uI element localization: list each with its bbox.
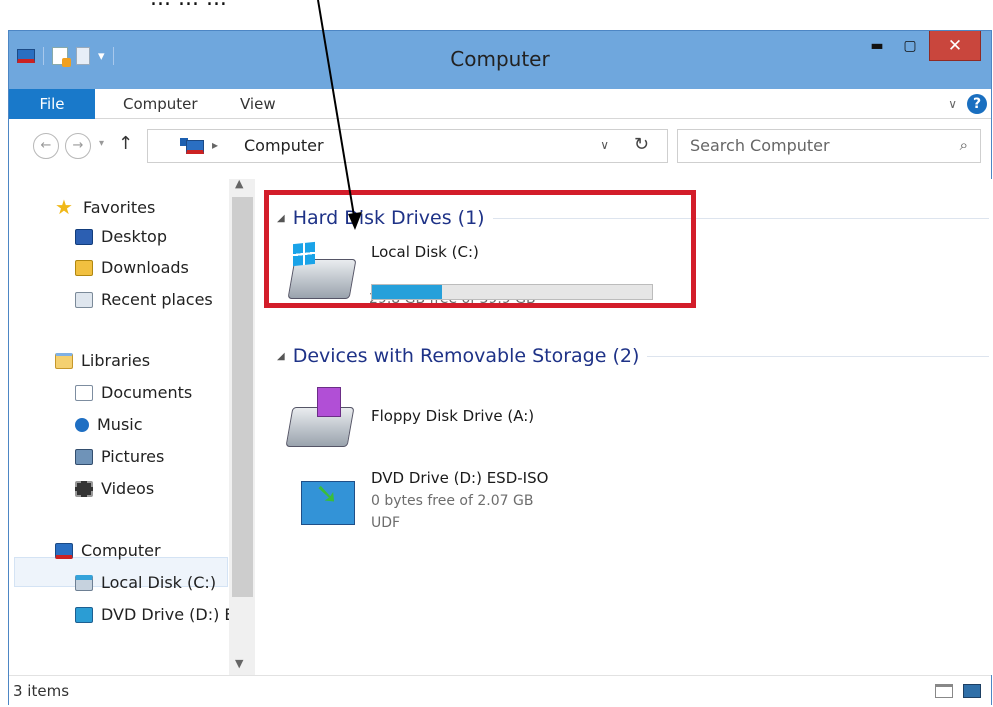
nav-label: Favorites bbox=[83, 197, 156, 217]
group-header[interactable]: ◢ Devices with Removable Storage (2) bbox=[277, 345, 989, 367]
expand-ribbon-icon[interactable]: ∨ bbox=[948, 97, 957, 111]
help-icon[interactable]: ? bbox=[967, 94, 987, 114]
ribbon-bar: File Computer View ∨ ? bbox=[9, 89, 991, 119]
details-view-icon[interactable] bbox=[935, 684, 953, 698]
caption-text: ... ... ... bbox=[150, 0, 227, 11]
drive-name: Floppy Disk Drive (A:) bbox=[371, 407, 535, 425]
navigation-pane: ★ Favorites Desktop Downloads Recent pla… bbox=[9, 177, 257, 675]
nav-label: Pictures bbox=[101, 447, 165, 466]
tab-view[interactable]: View bbox=[240, 89, 276, 119]
tab-computer[interactable]: Computer bbox=[123, 89, 198, 119]
drive-tile-dvd[interactable]: ➘ DVD Drive (D:) ESD-ISO 0 bytes free of… bbox=[287, 469, 667, 539]
status-bar: 3 items bbox=[9, 675, 991, 706]
window-title: Computer bbox=[450, 47, 550, 71]
close-button[interactable]: ✕ bbox=[929, 31, 981, 61]
address-dropdown-icon[interactable]: ∨ bbox=[600, 138, 609, 152]
nav-label: Documents bbox=[101, 383, 193, 402]
refresh-icon[interactable]: ↻ bbox=[634, 134, 649, 155]
search-icon[interactable]: ⌕ bbox=[960, 136, 968, 154]
dvd-drive-icon bbox=[75, 606, 93, 623]
nav-label: Desktop bbox=[101, 227, 167, 246]
title-bar[interactable]: ▾ Computer ▬ ▢ ✕ bbox=[9, 31, 991, 89]
nav-videos[interactable]: Videos bbox=[75, 479, 154, 498]
breadcrumb-arrow-icon[interactable]: ▸ bbox=[212, 138, 218, 152]
computer-icon bbox=[186, 140, 204, 154]
nav-computer[interactable]: Computer bbox=[55, 541, 161, 560]
nav-libraries[interactable]: Libraries bbox=[55, 351, 150, 370]
nav-local-disk[interactable]: Local Disk (C:) bbox=[75, 573, 216, 592]
computer-icon bbox=[55, 542, 73, 559]
videos-icon bbox=[75, 480, 93, 497]
nav-label: DVD Drive (D:) ES bbox=[101, 605, 245, 624]
drive-free-space: 0 bytes free of 2.07 GB bbox=[371, 493, 534, 509]
maximize-button[interactable]: ▢ bbox=[897, 31, 923, 61]
floppy-disk-icon bbox=[317, 387, 341, 417]
group-divider bbox=[647, 355, 989, 357]
nav-documents[interactable]: Documents bbox=[75, 383, 192, 402]
downloads-icon bbox=[75, 259, 93, 276]
nav-downloads[interactable]: Downloads bbox=[75, 258, 189, 277]
nav-pictures[interactable]: Pictures bbox=[75, 447, 164, 466]
close-icon: ✕ bbox=[947, 35, 963, 56]
collapse-group-icon[interactable]: ◢ bbox=[277, 351, 285, 362]
maximize-icon: ▢ bbox=[903, 38, 917, 54]
nav-label: Music bbox=[97, 415, 143, 434]
music-icon bbox=[75, 417, 89, 432]
group-title: Devices with Removable Storage (2) bbox=[292, 345, 640, 367]
address-field[interactable]: ▸ Computer ∨ ↻ bbox=[147, 129, 668, 163]
up-button[interactable]: ↑ bbox=[118, 133, 133, 154]
libraries-icon bbox=[55, 352, 73, 369]
nav-label: Libraries bbox=[81, 351, 151, 370]
drive-icon bbox=[75, 574, 93, 591]
search-placeholder: Search Computer bbox=[690, 136, 830, 155]
desktop-icon bbox=[75, 228, 93, 245]
nav-scrollbar-thumb[interactable] bbox=[232, 197, 253, 597]
search-input[interactable]: Search Computer ⌕ bbox=[677, 129, 981, 163]
drive-file-system: UDF bbox=[371, 515, 401, 531]
forward-button[interactable]: → bbox=[65, 133, 91, 159]
nav-favorites[interactable]: ★ Favorites bbox=[55, 195, 155, 219]
explorer-window: ▾ Computer ▬ ▢ ✕ File Computer View ∨ ? … bbox=[8, 30, 993, 706]
documents-icon bbox=[75, 384, 93, 401]
scroll-down-icon[interactable]: ▼ bbox=[235, 657, 243, 670]
highlight-box bbox=[264, 190, 696, 308]
tab-file[interactable]: File bbox=[9, 89, 95, 119]
minimize-icon: ▬ bbox=[870, 38, 884, 54]
nav-label: Computer bbox=[81, 541, 161, 560]
large-icons-view-icon[interactable] bbox=[963, 684, 981, 698]
install-arrow-icon: ➘ bbox=[315, 477, 339, 510]
scroll-up-icon[interactable]: ▲ bbox=[235, 177, 243, 190]
address-path[interactable]: Computer bbox=[244, 136, 324, 155]
nav-dvd-drive[interactable]: DVD Drive (D:) ES bbox=[75, 605, 245, 624]
back-button[interactable]: ← bbox=[33, 133, 59, 159]
nav-label: Local Disk (C:) bbox=[101, 573, 217, 592]
status-items-count: 3 items bbox=[13, 682, 70, 700]
nav-label: Downloads bbox=[101, 258, 189, 277]
address-bar-row: ← → ▾ ↑ ▸ Computer ∨ ↻ Search Computer ⌕ bbox=[9, 119, 991, 179]
nav-label: Videos bbox=[101, 479, 155, 498]
recent-locations-icon[interactable]: ▾ bbox=[99, 138, 104, 149]
nav-music[interactable]: Music bbox=[75, 415, 143, 434]
recent-places-icon bbox=[75, 291, 93, 308]
drive-name: DVD Drive (D:) ESD-ISO bbox=[371, 469, 549, 487]
drive-tile-floppy[interactable]: Floppy Disk Drive (A:) bbox=[285, 387, 667, 447]
nav-recent-places[interactable]: Recent places bbox=[75, 290, 213, 309]
pictures-icon bbox=[75, 448, 93, 465]
minimize-button[interactable]: ▬ bbox=[864, 31, 890, 61]
star-icon: ★ bbox=[55, 195, 73, 219]
nav-label: Recent places bbox=[101, 290, 213, 309]
nav-desktop[interactable]: Desktop bbox=[75, 227, 167, 246]
